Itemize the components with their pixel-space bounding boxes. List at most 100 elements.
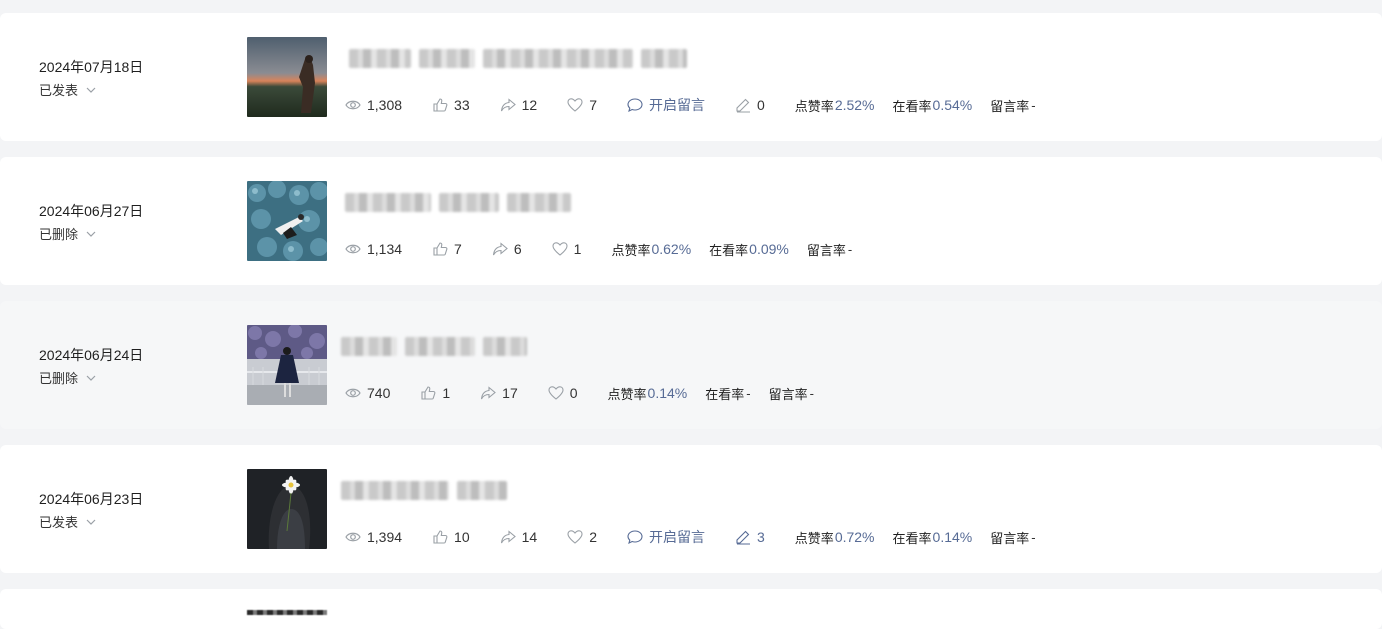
views-count: 1,134 [367, 241, 403, 257]
article-row[interactable] [0, 589, 1382, 629]
watch-rate-label: 在看率 [892, 530, 932, 546]
status-label: 已删除 [39, 227, 79, 242]
shares-stat: 14 [500, 529, 538, 545]
views-count: 1,394 [367, 529, 403, 545]
favorites-count: 1 [573, 241, 582, 257]
comment-rate-value: - [1031, 529, 1036, 545]
comment-rate: 留言率 - [990, 528, 1035, 547]
status-label: 已发表 [39, 515, 79, 530]
article-row[interactable]: 2024年07月18日 已发表 1,308 33 12 7 开启留言 0 点赞率… [0, 13, 1382, 141]
heart-icon [567, 98, 583, 112]
thumbs-up-icon [433, 530, 448, 544]
likes-count: 33 [454, 97, 470, 113]
views-stat: 740 [345, 385, 390, 401]
article-title-link[interactable] [341, 481, 507, 500]
shares-count: 6 [513, 241, 522, 257]
views-count: 1,308 [367, 97, 403, 113]
thumbs-up-icon [433, 242, 448, 256]
likes-stat: 33 [432, 97, 470, 113]
watch-rate: 在看率 0.14% [893, 528, 973, 547]
comments-stat[interactable]: 3 [735, 529, 765, 545]
watch-rate-value: - [746, 385, 751, 401]
views-stat: 1,394 [345, 529, 402, 545]
shares-stat: 12 [500, 97, 538, 113]
share-icon [492, 242, 508, 256]
share-icon [500, 530, 516, 544]
status-dropdown[interactable]: 已发表 [39, 512, 97, 531]
pen-icon [736, 530, 750, 545]
publish-date: 2024年06月23日 [39, 491, 144, 507]
article-thumbnail[interactable] [247, 469, 327, 549]
enable-comments-link[interactable]: 开启留言 [627, 527, 705, 547]
like-rate-value: 2.52% [834, 97, 875, 113]
likes-count: 7 [454, 241, 462, 257]
likes-count: 10 [454, 529, 470, 545]
article-title-link[interactable] [349, 49, 687, 68]
article-thumbnail[interactable] [247, 325, 327, 405]
like-rate-label: 点赞率 [607, 386, 647, 402]
article-thumbnail[interactable] [247, 37, 327, 117]
watch-rate-label: 在看率 [705, 386, 745, 402]
article-title-link[interactable] [341, 337, 527, 356]
article-row[interactable]: 2024年06月27日 已删除 1,134 7 6 1 点赞率 0.62% 在看… [0, 157, 1382, 285]
shares-stat: 17 [480, 385, 518, 401]
publish-date: 2024年06月27日 [39, 203, 144, 219]
eye-icon [345, 244, 361, 254]
like-rate: 点赞率 2.52% [795, 96, 875, 115]
comment-bubble-icon [627, 98, 643, 113]
like-rate-value: 0.14% [647, 385, 688, 401]
chevron-down-icon [86, 375, 96, 381]
article-thumbnail[interactable] [247, 181, 327, 261]
article-row[interactable]: 2024年06月24日 已删除 740 1 17 0 点赞率 0.14% 在看率… [0, 301, 1382, 429]
comment-rate-label: 留言率 [990, 98, 1030, 114]
shares-count: 17 [502, 385, 518, 401]
article-title-link[interactable] [345, 193, 571, 212]
comments-stat: 0 [735, 97, 765, 113]
comment-rate-value: - [809, 385, 814, 401]
like-rate-label: 点赞率 [794, 530, 834, 546]
publish-date: 2024年06月24日 [39, 347, 144, 363]
favorites-count: 2 [589, 529, 597, 545]
pen-icon [736, 98, 750, 113]
likes-count: 1 [442, 385, 451, 401]
watch-rate: 在看率 0.54% [893, 96, 973, 115]
comment-rate: 留言率 - [990, 96, 1035, 115]
article-row[interactable]: 2024年06月23日 已发表 1,394 10 14 2 开启留言 3 点赞率… [0, 445, 1382, 573]
shares-count: 12 [521, 97, 538, 113]
like-rate-value: 0.72% [834, 529, 875, 545]
comment-rate: 留言率 - [769, 384, 814, 403]
thumbs-up-icon [421, 386, 436, 400]
status-dropdown[interactable]: 已删除 [39, 224, 97, 243]
stats-bar: 1,308 33 12 7 开启留言 0 点赞率 2.52% 在看率 0.54% 留… [345, 95, 1054, 115]
favorites-stat: 0 [548, 385, 578, 401]
status-dropdown[interactable]: 已删除 [39, 368, 97, 387]
enable-comments-label: 开启留言 [649, 97, 705, 113]
stats-bar: 740 1 17 0 点赞率 0.14% 在看率 - 留言率 - [345, 383, 832, 403]
favorites-count: 7 [589, 97, 597, 113]
comment-rate-value: - [1031, 97, 1036, 113]
stats-bar: 1,134 7 6 1 点赞率 0.62% 在看率 0.09% 留言率 - [345, 239, 870, 259]
likes-stat: 1 [420, 385, 450, 401]
like-rate-value: 0.62% [651, 241, 692, 257]
status-label: 已删除 [39, 371, 79, 386]
views-stat: 1,308 [345, 97, 402, 113]
comment-bubble-icon [627, 530, 643, 545]
publish-date: 2024年07月18日 [39, 59, 144, 75]
like-rate-label: 点赞率 [611, 242, 651, 258]
article-thumbnail[interactable] [247, 610, 327, 615]
chevron-down-icon [86, 231, 96, 237]
watch-rate: 在看率 - [705, 384, 750, 403]
like-rate-label: 点赞率 [794, 98, 834, 114]
comment-rate-label: 留言率 [768, 386, 808, 402]
watch-rate-value: 0.14% [932, 529, 973, 545]
comment-rate-label: 留言率 [806, 242, 846, 258]
favorites-stat: 7 [567, 97, 597, 113]
shares-count: 14 [521, 529, 538, 545]
like-rate: 点赞率 0.62% [611, 240, 691, 259]
chevron-down-icon [86, 87, 96, 93]
shares-stat: 6 [492, 241, 522, 257]
heart-icon [548, 386, 564, 400]
share-icon [500, 98, 516, 112]
status-dropdown[interactable]: 已发表 [39, 80, 97, 99]
enable-comments-link[interactable]: 开启留言 [627, 95, 705, 115]
